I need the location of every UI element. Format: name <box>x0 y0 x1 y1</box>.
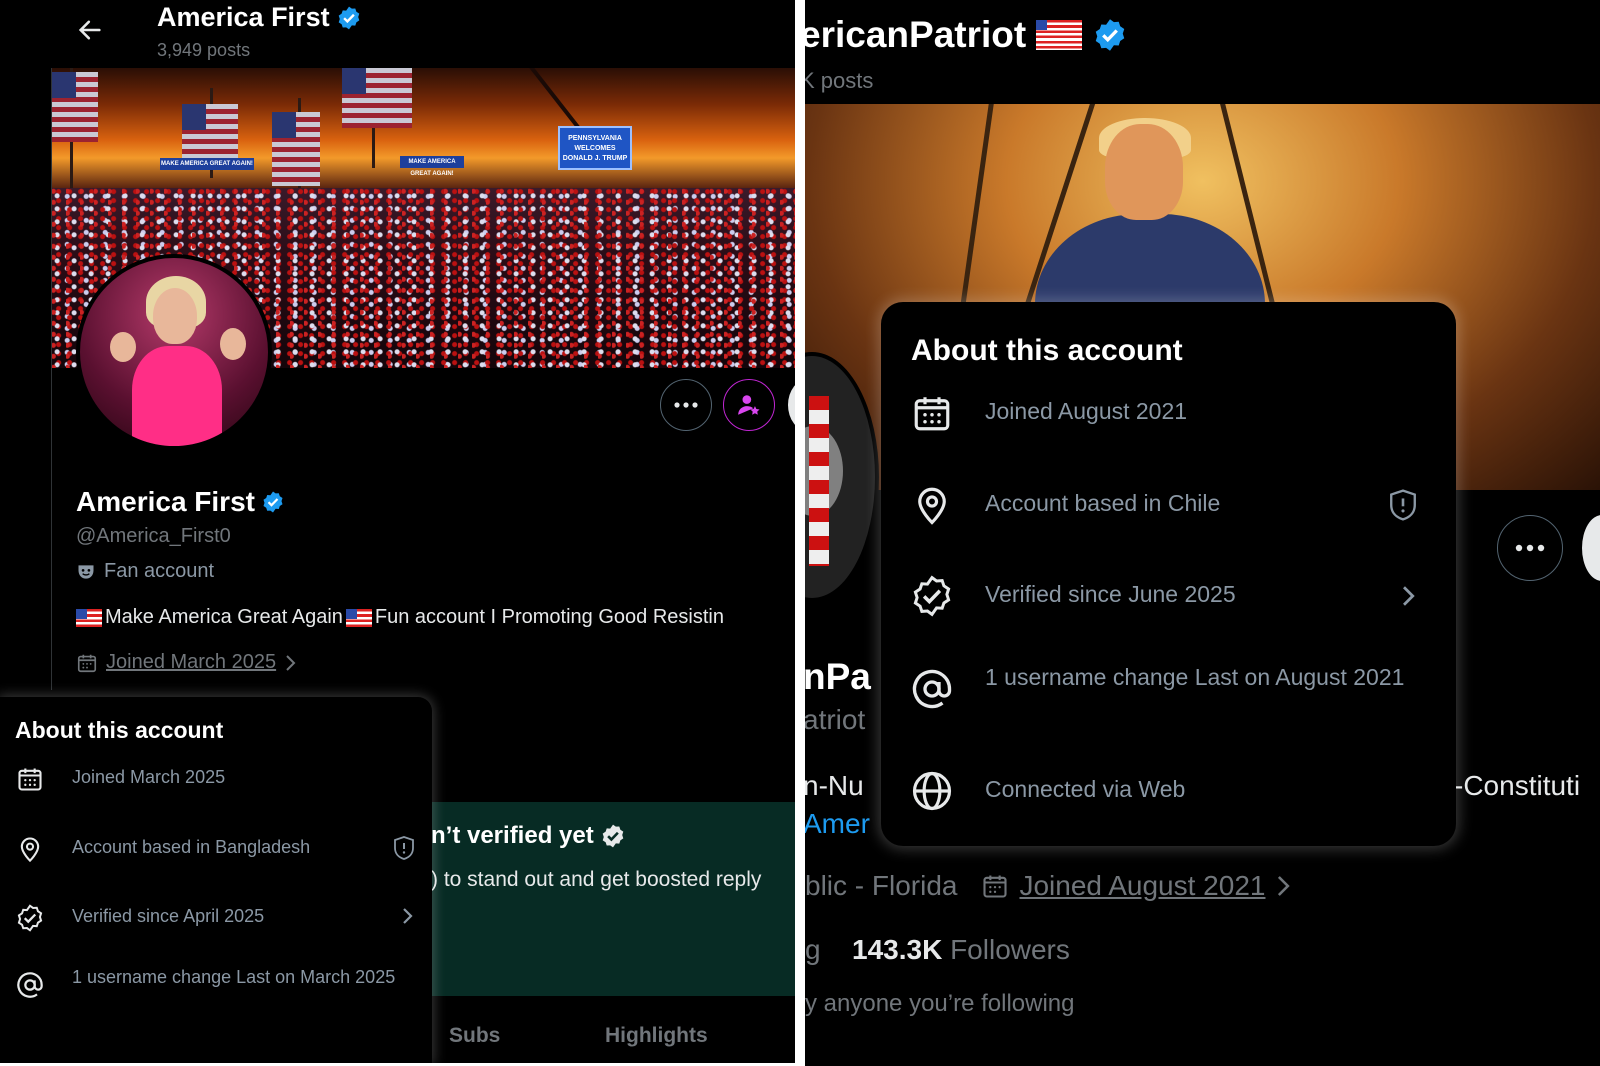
verified-check-icon <box>602 824 624 848</box>
about-connected-row: Connected via Web <box>911 770 1419 812</box>
chevron-right-icon <box>403 908 413 924</box>
at-sign-icon <box>912 669 952 709</box>
user-star-icon <box>738 395 760 415</box>
chevron-right-icon <box>286 654 296 671</box>
followers-link[interactable]: 143.3K Followers <box>852 934 1070 966</box>
banner-flag <box>52 72 98 142</box>
promo-text: ) to stand out and get boosted reply <box>431 868 762 891</box>
us-flag-icon <box>76 608 102 627</box>
more-options-button[interactable] <box>660 379 712 431</box>
theater-mask-icon <box>78 564 94 579</box>
calendar-icon <box>77 654 97 672</box>
banner-flag <box>272 112 320 186</box>
globe-icon <box>912 771 952 811</box>
ellipsis-icon <box>674 402 698 408</box>
calendar-icon <box>983 875 1008 898</box>
subscribe-button[interactable] <box>723 379 775 431</box>
profile-bio: n-Nu <box>805 770 864 801</box>
rally-sign: PENNSYLVANIA WELCOMES DONALD J. TRUMP <box>558 126 632 170</box>
popup-title: About this account <box>15 717 224 743</box>
profile-handle: @America_First0 <box>76 525 231 547</box>
banner-flag <box>342 68 412 128</box>
about-username-row: 1 username change Last on March 2025 <box>16 965 416 999</box>
following-count[interactable]: g <box>805 934 821 966</box>
chevron-right-icon <box>1278 876 1291 896</box>
more-options-button[interactable] <box>1497 515 1563 581</box>
bio-link[interactable]: Amer <box>805 808 870 840</box>
avatar[interactable] <box>76 254 272 450</box>
banner-flag <box>182 104 238 160</box>
about-verified-row[interactable]: Verified since April 2025 <box>16 904 416 932</box>
popup-title: About this account <box>911 334 1183 367</box>
profile-meta-row: blic - Florida Joined August 2021 <box>805 870 1293 902</box>
joined-date-link[interactable]: Joined August 2021 <box>1019 870 1265 902</box>
verified-badge-icon <box>338 6 359 29</box>
about-location-row: Account based in Chile <box>911 484 1419 526</box>
left-screenshot-panel: MAKE AMERICA GREAT AGAIN! MAKE AMERICA G… <box>0 0 795 1063</box>
shield-alert-icon[interactable] <box>1387 488 1419 522</box>
tab-subs[interactable]: Subs <box>449 1024 500 1048</box>
followed-by-text: y anyone you’re following <box>805 990 1075 1017</box>
back-arrow-icon[interactable] <box>76 16 104 44</box>
profile-header: America First 3,949 posts <box>0 0 795 68</box>
header-title: ericanPatriot <box>805 14 1128 56</box>
post-count: K posts <box>805 68 874 93</box>
about-location-row: Account based in Bangladesh <box>16 835 416 863</box>
profile-handle: atriot <box>805 704 866 735</box>
location-pin-icon <box>20 837 40 863</box>
us-flag-icon <box>1036 20 1083 50</box>
verified-badge-icon <box>1095 19 1125 51</box>
about-username-row: 1 username change Last on August 2021 <box>911 658 1419 710</box>
profile-bio-continued: -Constituti <box>1454 770 1581 801</box>
banner-strip: MAKE AMERICA GREAT AGAIN! <box>400 156 464 177</box>
at-sign-icon <box>17 972 43 998</box>
tab-highlights[interactable]: Highlights <box>605 1024 708 1048</box>
verified-check-icon <box>913 575 951 617</box>
location-text: blic - Florida <box>805 870 958 901</box>
ellipsis-icon <box>1515 544 1545 552</box>
us-flag-icon <box>345 608 372 627</box>
profile-name: America First <box>76 486 285 518</box>
profile-bio: Make America Great Again Fun account I P… <box>76 606 724 629</box>
profile-name: nPa <box>805 656 871 697</box>
follow-button[interactable] <box>1582 515 1600 581</box>
banner-strip: MAKE AMERICA GREAT AGAIN! <box>160 158 254 170</box>
calendar-icon <box>18 768 42 791</box>
follow-button[interactable] <box>788 379 795 431</box>
joined-date-link[interactable]: Joined March 2025 <box>76 651 298 674</box>
promo-title: n’t verified yet <box>431 822 626 850</box>
about-joined-row: Joined March 2025 <box>16 765 416 793</box>
post-count: 3,949 posts <box>157 40 251 60</box>
verified-badge-icon <box>263 491 283 513</box>
about-account-popup: About this account Joined August 2021 Ac… <box>881 302 1456 846</box>
fan-account-label: Fan account <box>76 560 214 583</box>
about-account-popup: About this account Joined March 2025 Acc… <box>0 697 432 1063</box>
calendar-icon <box>914 397 950 431</box>
about-joined-row: Joined August 2021 <box>911 392 1419 434</box>
header-title: America First <box>157 2 362 33</box>
about-verified-row[interactable]: Verified since June 2025 <box>911 575 1419 617</box>
verified-check-icon <box>17 904 43 932</box>
chevron-right-icon <box>1403 586 1415 606</box>
location-pin-icon <box>918 487 946 525</box>
shield-alert-icon[interactable] <box>392 835 416 861</box>
